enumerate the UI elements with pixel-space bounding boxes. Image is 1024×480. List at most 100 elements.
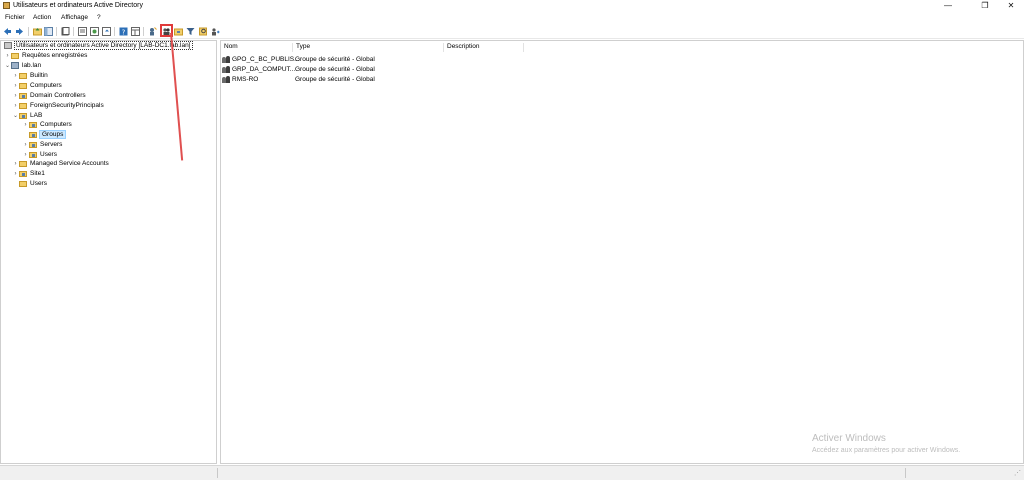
group-name: RMS-RO bbox=[232, 76, 259, 83]
details-view-icon[interactable] bbox=[131, 27, 140, 36]
expand-chevron-icon[interactable]: › bbox=[22, 142, 29, 148]
group-type: Groupe de sécurité - Global bbox=[295, 66, 375, 73]
folder-icon bbox=[19, 102, 27, 109]
find-icon[interactable] bbox=[199, 27, 208, 36]
tree-item-label: Computers bbox=[30, 82, 62, 89]
ou-icon bbox=[29, 141, 37, 148]
window-title: Utilisateurs et ordinateurs Active Direc… bbox=[13, 2, 143, 9]
tree-item-label: Requêtes enregistrées bbox=[22, 52, 88, 59]
toolbar-separator bbox=[56, 27, 57, 36]
tree-item-msa[interactable]: › Managed Service Accounts bbox=[12, 160, 109, 169]
tree-item-domain-controllers[interactable]: › Domain Controllers bbox=[12, 92, 86, 101]
tree-item-fsp[interactable]: › ForeignSecurityPrincipals bbox=[12, 102, 104, 111]
group-icon bbox=[222, 76, 230, 83]
folder-icon bbox=[19, 160, 27, 167]
tree-item-lab-computers[interactable]: › Computers bbox=[22, 121, 72, 130]
tree-item-label: Managed Service Accounts bbox=[30, 160, 109, 167]
close-button[interactable]: ✕ bbox=[1000, 0, 1022, 12]
tree-item-builtin[interactable]: › Builtin bbox=[12, 72, 48, 81]
app-icon bbox=[3, 2, 10, 9]
domain-icon bbox=[11, 62, 19, 69]
expand-chevron-icon[interactable]: › bbox=[12, 83, 19, 89]
ou-icon bbox=[19, 112, 27, 119]
tree-item-label: LAB bbox=[30, 112, 43, 119]
new-ou-icon[interactable] bbox=[174, 27, 183, 36]
list-item-group[interactable]: GRP_DA_COMPUT... Groupe de sécurité - Gl… bbox=[222, 66, 462, 75]
tree-item-lab-servers[interactable]: › Servers bbox=[22, 141, 63, 150]
tree-root[interactable]: Utilisateurs et ordinateurs Active Direc… bbox=[4, 41, 193, 51]
tree-item-lab-groups[interactable]: Groups bbox=[22, 130, 67, 140]
expand-chevron-icon[interactable]: › bbox=[22, 122, 29, 128]
tree-item-label-selected: Groups bbox=[38, 130, 67, 139]
new-user-icon[interactable] bbox=[148, 27, 157, 36]
restore-button[interactable]: ❐ bbox=[974, 0, 996, 12]
expand-chevron-icon[interactable]: › bbox=[12, 103, 19, 109]
ou-icon bbox=[29, 151, 37, 158]
up-folder-icon[interactable] bbox=[33, 27, 42, 36]
title-bar: Utilisateurs et ordinateurs Active Direc… bbox=[0, 0, 1024, 12]
console-tree-icon[interactable] bbox=[44, 27, 53, 36]
expand-chevron-icon[interactable]: › bbox=[12, 93, 19, 99]
export-icon[interactable] bbox=[90, 27, 99, 36]
ou-icon bbox=[29, 131, 37, 138]
collapse-chevron-icon[interactable]: ⌄ bbox=[12, 112, 19, 119]
column-header-description[interactable]: Description bbox=[444, 43, 524, 52]
ou-icon bbox=[29, 121, 37, 128]
menu-affichage[interactable]: Affichage bbox=[61, 14, 88, 21]
activation-watermark-subtitle: Accédez aux paramètres pour activer Wind… bbox=[812, 447, 961, 454]
group-name: GPO_C_BC_PUBLIS... bbox=[232, 56, 300, 63]
back-arrow-icon[interactable] bbox=[3, 27, 12, 36]
tree-item-label: Site1 bbox=[30, 170, 45, 177]
tree-item-label: Computers bbox=[40, 121, 72, 128]
filter-icon[interactable] bbox=[186, 27, 195, 36]
menu-bar: Fichier Action Affichage ? bbox=[0, 12, 1024, 23]
tree-item-lab-users[interactable]: › Users bbox=[22, 151, 57, 160]
tree-item-requetes[interactable]: › Requêtes enregistrées bbox=[4, 52, 88, 61]
tree-item-users[interactable]: Users bbox=[12, 180, 47, 189]
status-divider bbox=[217, 468, 218, 478]
list-item-group[interactable]: GPO_C_BC_PUBLIS... Groupe de sécurité - … bbox=[222, 56, 462, 65]
refresh-icon[interactable] bbox=[102, 27, 111, 36]
forward-arrow-icon[interactable] bbox=[15, 27, 24, 36]
column-header-type[interactable]: Type bbox=[293, 43, 444, 52]
tree-root-label: Utilisateurs et ordinateurs Active Direc… bbox=[14, 41, 193, 50]
details-pane[interactable]: Nom Type Description bbox=[220, 40, 1024, 464]
menu-fichier[interactable]: Fichier bbox=[5, 14, 25, 21]
tree-item-domain[interactable]: ⌄ lab.lan bbox=[4, 62, 41, 71]
tree-item-label: lab.lan bbox=[22, 62, 42, 69]
list-item-group[interactable]: RMS-RO Groupe de sécurité - Global bbox=[222, 76, 462, 85]
menu-action[interactable]: Action bbox=[33, 14, 51, 21]
expand-chevron-icon[interactable]: › bbox=[4, 53, 11, 59]
copy-icon[interactable] bbox=[61, 27, 70, 36]
group-icon bbox=[222, 66, 230, 73]
tree-item-label: Domain Controllers bbox=[30, 92, 86, 99]
resize-grip-icon[interactable]: ⋰ bbox=[1014, 469, 1021, 477]
tree-item-label: ForeignSecurityPrincipals bbox=[30, 102, 104, 109]
svg-text:?: ? bbox=[122, 29, 126, 37]
tree-item-label: Builtin bbox=[30, 72, 48, 79]
tree-item-lab[interactable]: ⌄ LAB bbox=[12, 112, 42, 121]
group-icon bbox=[222, 56, 230, 63]
expand-chevron-icon[interactable]: › bbox=[12, 171, 19, 177]
help-icon[interactable]: ? bbox=[119, 27, 128, 36]
tree-item-computers[interactable]: › Computers bbox=[12, 82, 62, 91]
expand-chevron-icon[interactable]: › bbox=[12, 161, 19, 167]
column-header-name[interactable]: Nom bbox=[221, 43, 293, 52]
minimize-button[interactable]: — bbox=[937, 0, 959, 12]
ou-icon bbox=[19, 92, 27, 99]
add-to-group-icon[interactable] bbox=[211, 27, 220, 36]
tree-item-label: Users bbox=[40, 151, 57, 158]
folder-icon bbox=[19, 82, 27, 89]
group-type: Groupe de sécurité - Global bbox=[295, 56, 375, 63]
properties-icon[interactable] bbox=[78, 27, 87, 36]
folder-icon bbox=[19, 72, 27, 79]
expand-chevron-icon[interactable]: › bbox=[22, 152, 29, 158]
collapse-chevron-icon[interactable]: ⌄ bbox=[4, 62, 11, 69]
expand-chevron-icon[interactable]: › bbox=[12, 73, 19, 79]
status-divider bbox=[905, 468, 906, 478]
menu-help[interactable]: ? bbox=[97, 14, 101, 21]
tree-item-label: Servers bbox=[40, 141, 63, 148]
status-bar: ⋰ bbox=[0, 465, 1024, 480]
group-name: GRP_DA_COMPUT... bbox=[232, 66, 296, 73]
tree-item-site1[interactable]: › Site1 bbox=[12, 170, 45, 179]
